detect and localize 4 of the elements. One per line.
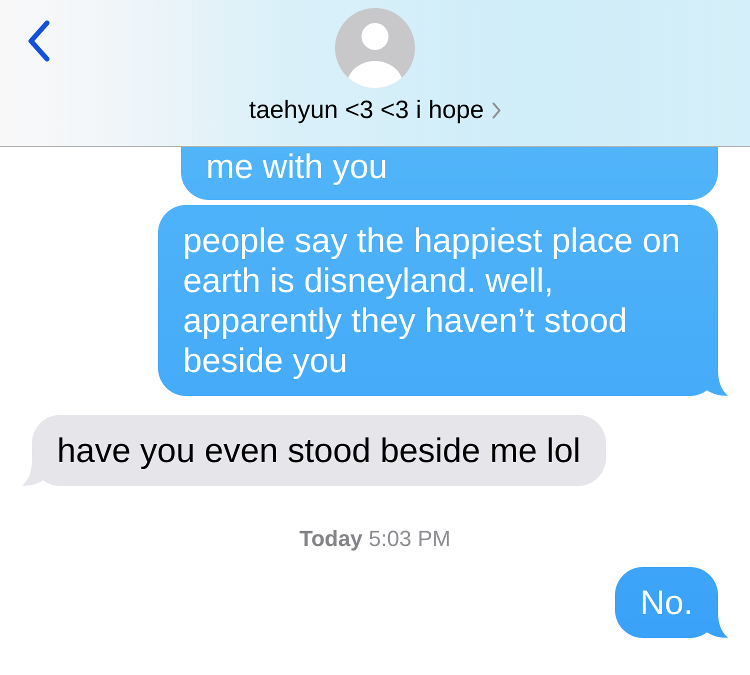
chevron-right-icon [492, 102, 501, 118]
contact-name-button[interactable]: taehyun <3 <3 i hope [249, 95, 501, 125]
chevron-left-icon[interactable] [27, 20, 51, 62]
timestamp: Today 5:03 PM [299, 527, 451, 551]
